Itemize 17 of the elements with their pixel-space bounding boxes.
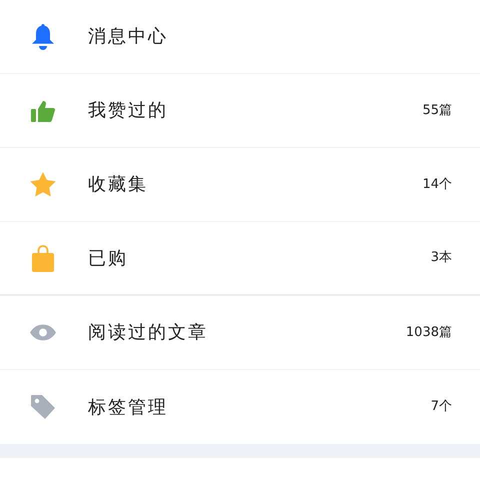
- count-label: 1038篇: [406, 324, 452, 342]
- count-label: 3本: [430, 249, 452, 268]
- eye-icon: [30, 324, 56, 341]
- menu-label: 消息中心: [88, 25, 168, 49]
- star-icon: [30, 172, 56, 197]
- shopping-bag-icon: [32, 244, 54, 272]
- count-label: 14个: [422, 176, 452, 194]
- menu-label: 收藏集: [88, 173, 148, 197]
- count-label: 7个: [430, 398, 452, 416]
- count-label: 55篇: [422, 102, 452, 120]
- menu-label: 我赞过的: [88, 99, 168, 123]
- tag-icon: [31, 395, 55, 419]
- menu-label: 已购: [88, 246, 128, 270]
- menu-label: 阅读过的文章: [88, 321, 208, 345]
- thumbs-up-icon: [31, 100, 55, 122]
- menu-label: 标签管理: [88, 396, 168, 420]
- bell-icon: [32, 24, 54, 50]
